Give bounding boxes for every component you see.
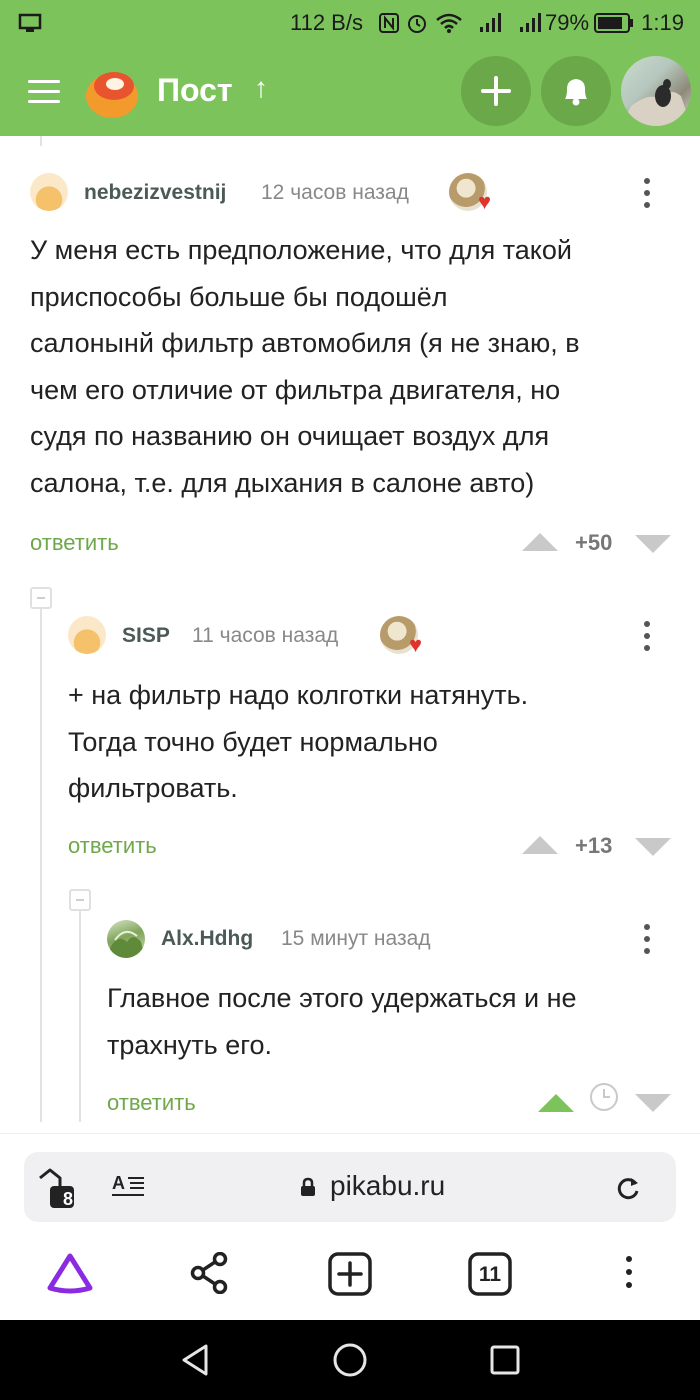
downvote-arrow-icon[interactable]: [635, 535, 671, 553]
comment-text: У меня есть предположение, что для такой…: [30, 227, 580, 506]
award-badge[interactable]: ♥: [380, 616, 422, 656]
reply-link[interactable]: ответить: [30, 530, 119, 556]
notifications-button[interactable]: [541, 56, 611, 126]
tabs-badge: 8: [62, 1189, 73, 1209]
more-options-icon[interactable]: [644, 178, 650, 214]
recents-icon[interactable]: [489, 1344, 521, 1376]
commenter-avatar[interactable]: [30, 173, 68, 211]
comment-line: чем его отличие от фильтра двигателя, но: [30, 374, 561, 405]
comment-line: Главное после этого удержаться и не: [107, 983, 577, 1013]
thread-line: [40, 608, 42, 1122]
comment-line: фильтровать.: [68, 773, 238, 803]
heart-icon: ♥: [477, 189, 491, 214]
clock-time: 1:19: [641, 10, 684, 35]
svg-text:A: A: [112, 1173, 125, 1193]
plus-icon: [481, 76, 511, 106]
more-options-icon[interactable]: [644, 621, 650, 657]
bell-icon: [565, 79, 587, 106]
address-bar[interactable]: 8 A pikabu.ru: [24, 1152, 676, 1222]
comment-line: салонынй фильтр автомобиля (я не знаю, в: [30, 328, 580, 358]
back-icon[interactable]: [178, 1342, 212, 1378]
screen-icon: [18, 13, 42, 32]
comment-line: Тогда точно будет нормально: [68, 726, 438, 757]
upvote-arrow-icon[interactable]: [538, 1094, 574, 1112]
comment-line: У меня есть предположение, что для такой: [30, 235, 573, 265]
tabs-count: 11: [478, 1263, 502, 1286]
comment-line: судя по названию он очищает воздух для: [30, 421, 550, 451]
alice-assistant-icon[interactable]: [46, 1252, 94, 1294]
add-post-button[interactable]: [461, 56, 531, 126]
upvote-arrow-icon[interactable]: [522, 836, 558, 854]
reader-mode-icon[interactable]: A: [112, 1172, 146, 1202]
comment-time: 15 минут назад: [281, 927, 431, 950]
scroll-up-arrow-icon[interactable]: ↑: [254, 72, 268, 104]
avatar-photo: [621, 79, 691, 126]
user-avatar[interactable]: [621, 56, 691, 126]
more-options-icon[interactable]: [644, 924, 650, 960]
comment-score: +50: [575, 530, 613, 555]
system-navigation-bar: [0, 1320, 700, 1400]
upvote-arrow-icon[interactable]: [522, 533, 558, 551]
comment-line: + на фильтр надо колготки натянуть.: [68, 680, 529, 710]
comment-username[interactable]: SISP: [122, 624, 170, 648]
comment-text: Главное после этого удержаться и не трах…: [107, 975, 577, 1068]
commenter-avatar[interactable]: [107, 920, 145, 958]
battery-level: 79%: [545, 10, 590, 35]
comment-line: трахнуть его.: [107, 1029, 273, 1060]
clock-icon: [590, 1083, 618, 1111]
reply-link[interactable]: ответить: [107, 1090, 196, 1116]
comment-time: 11 часов назад: [192, 624, 339, 647]
award-badge[interactable]: ♥: [449, 173, 491, 213]
status-bar: 112 B/s 79% 1:19: [0, 0, 700, 46]
comment-time: 12 часов назад: [261, 181, 409, 204]
downvote-arrow-icon[interactable]: [635, 1094, 671, 1112]
new-tab-icon[interactable]: [327, 1251, 373, 1297]
url-text[interactable]: pikabu.ru: [330, 1170, 445, 1202]
home-icon[interactable]: [332, 1342, 368, 1378]
signal-icon-2: [520, 13, 541, 32]
wifi-icon: [436, 13, 462, 33]
share-icon[interactable]: [190, 1252, 230, 1294]
collapse-thread-button[interactable]: [69, 889, 91, 911]
comment-line: салона, т.е. для дыхания в салоне авто): [30, 467, 535, 498]
page-title: Пост: [157, 72, 233, 108]
comment-text: + на фильтр надо колготки натянуть. Тогд…: [68, 672, 528, 812]
battery-icon: [594, 13, 633, 33]
comment-username[interactable]: Alx.Hdhg: [161, 927, 253, 951]
browser-toolbar: 8 A pikabu.ru 11: [0, 1133, 700, 1320]
signal-icon: [480, 13, 501, 32]
comment-score: +13: [575, 833, 613, 858]
collapse-thread-button[interactable]: [30, 587, 52, 609]
reply-link[interactable]: ответить: [68, 833, 157, 859]
thread-line: [40, 136, 42, 146]
menu-icon[interactable]: [28, 80, 60, 104]
thread-line: [79, 911, 81, 1122]
alarm-icon: [408, 15, 426, 33]
downvote-arrow-icon[interactable]: [635, 838, 671, 856]
reload-icon[interactable]: [614, 1174, 642, 1202]
comment-username[interactable]: nebezizvestnij: [84, 181, 226, 205]
pikabu-logo[interactable]: [84, 64, 140, 120]
app-header: Пост ↑: [0, 46, 700, 136]
nfc-icon: [379, 13, 399, 33]
network-speed: 112 B/s: [290, 10, 363, 35]
commenter-avatar[interactable]: [68, 616, 106, 654]
heart-icon: ♥: [408, 632, 422, 657]
avatar-photo: [107, 930, 145, 958]
browser-menu-icon[interactable]: [626, 1256, 632, 1294]
lock-icon: [301, 1177, 315, 1196]
comment-line: приспособы больше бы подошёл: [30, 281, 448, 312]
